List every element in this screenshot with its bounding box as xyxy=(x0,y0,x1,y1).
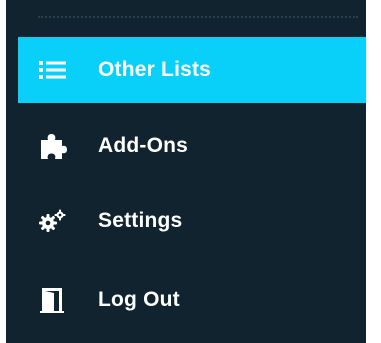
menu-item-settings[interactable]: Settings xyxy=(18,188,366,254)
menu-item-label: Add-Ons xyxy=(98,134,189,157)
door-exit-icon xyxy=(38,285,76,315)
menu-item-label: Log Out xyxy=(98,288,180,311)
menu-item-label: Other Lists xyxy=(98,58,212,81)
menu-divider xyxy=(38,16,358,18)
menu-item-log-out[interactable]: Log Out xyxy=(18,267,366,333)
menu-item-label: Settings xyxy=(98,209,183,232)
panel-edge-right xyxy=(366,0,381,343)
menu-item-add-ons[interactable]: Add-Ons xyxy=(18,113,366,179)
sidebar-menu: Other Lists Add-Ons Settings Log Out xyxy=(0,0,381,343)
puzzle-piece-icon xyxy=(38,131,76,161)
gears-icon xyxy=(38,206,76,236)
panel-edge-left xyxy=(0,0,6,343)
list-icon xyxy=(38,55,76,85)
menu-item-other-lists[interactable]: Other Lists xyxy=(18,37,366,103)
